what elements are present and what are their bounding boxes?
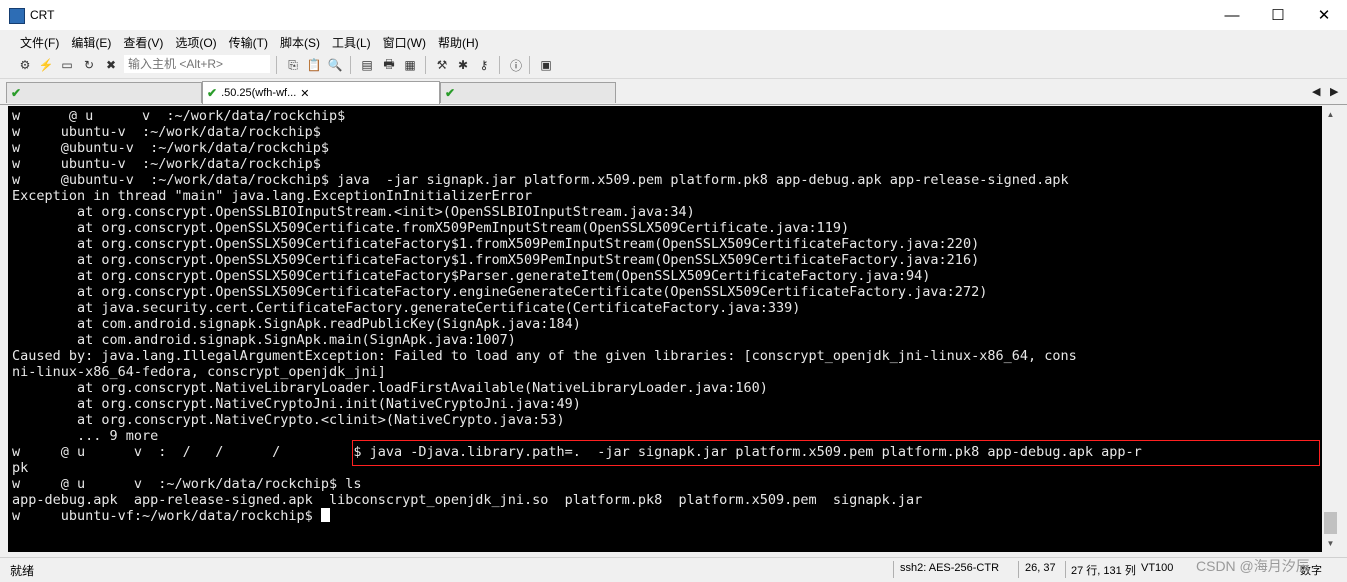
connect-icon[interactable]: ⚙	[16, 56, 34, 74]
tab-label: .50.25(wfh-wf...	[221, 87, 297, 99]
help-icon[interactable]: ⓘ	[507, 56, 525, 74]
terminal-line: at com.android.signapk.SignApk.main(Sign…	[12, 332, 516, 348]
terminal-line: ... 9 more	[12, 428, 159, 444]
scroll-up-icon[interactable]: ▲	[1322, 106, 1339, 123]
status-bar: 就绪 ssh2: AES-256-CTR 26, 37 27 行, 131 列 …	[0, 557, 1347, 582]
menu-view[interactable]: 查看(V)	[117, 30, 169, 52]
toolbar-separator	[350, 56, 351, 74]
menu-tools[interactable]: 工具(L)	[326, 30, 377, 52]
toolbar: ⚙ ⚡ ▭ ↻ ✖ ⎘ 📋 🔍 ▤ 🖶 ▦ ⚒ ✱ ⚷ ⓘ ▣	[0, 52, 1347, 79]
menu-bar: 文件(F) 编辑(E) 查看(V) 选项(O) 传输(T) 脚本(S) 工具(L…	[0, 30, 1347, 52]
close-button[interactable]: ✕	[1301, 0, 1347, 30]
tab-scroll-left-icon[interactable]: ◀	[1312, 85, 1320, 98]
print-setup-icon[interactable]: ▤	[358, 56, 376, 74]
csdn-watermark: CSDN @海月汐辰	[1196, 558, 1310, 574]
session-tab-1[interactable]: ✔	[6, 82, 202, 103]
terminal-line: w @ u v :~/work/data/rockchip$	[12, 108, 346, 124]
maximize-button[interactable]: ☐	[1255, 0, 1301, 30]
terminal-line: w @ubuntu-v :~/work/data/rockchip$ java …	[12, 172, 1069, 188]
terminal-cursor	[320, 508, 330, 522]
menu-script[interactable]: 脚本(S)	[274, 30, 326, 52]
connected-check-icon: ✔	[207, 86, 218, 100]
terminal-view[interactable]: w @ u v :~/work/data/rockchip$ w ubuntu-v…	[8, 106, 1322, 552]
session-tab-2[interactable]: ✔ .50.25(wfh-wf... ✕	[202, 81, 440, 104]
securecrt-app-icon	[9, 8, 25, 24]
connect-tab-icon[interactable]: ▭	[58, 56, 76, 74]
terminal-line: w ubuntu-vf:~/work/data/rockchip$	[12, 508, 1142, 524]
status-divider	[893, 561, 894, 578]
status-divider	[1018, 561, 1019, 578]
title-bar: CRT — ☐ ✕	[0, 0, 1347, 30]
key-icon[interactable]: ⚷	[475, 56, 493, 74]
menu-help[interactable]: 帮助(H)	[432, 30, 485, 52]
toolbar-separator	[529, 56, 530, 74]
terminal-line: at java.security.cert.CertificateFactory…	[12, 300, 801, 316]
terminal-line: w @ u v :~/work/data/rockchip$ ls	[12, 476, 362, 492]
terminal-line: at org.conscrypt.OpenSSLBIOInputStream.<…	[12, 204, 695, 220]
copy-icon[interactable]: ⎘	[284, 56, 302, 74]
terminal-output: w @ u v :~/work/data/rockchip$ w ubuntu-v…	[12, 108, 1142, 524]
minimize-button[interactable]: —	[1209, 0, 1255, 30]
terminal-line: w @ u v : / / / $ java -Djava.library.pa…	[12, 444, 1142, 460]
menu-transfer[interactable]: 传输(T)	[223, 30, 274, 52]
terminal-line: ni-linux-x86_64-fedora, conscrypt_openjd…	[12, 364, 386, 380]
terminal-line: at org.conscrypt.NativeLibraryLoader.loa…	[12, 380, 768, 396]
disconnect-icon[interactable]: ✖	[102, 56, 120, 74]
toolbar-separator	[499, 56, 500, 74]
terminal-line: at org.conscrypt.OpenSSLX509CertificateF…	[12, 284, 988, 300]
terminal-line: at org.conscrypt.OpenSSLX509CertificateF…	[12, 252, 980, 268]
menu-file[interactable]: 文件(F)	[14, 30, 65, 52]
menu-edit[interactable]: 编辑(E)	[65, 30, 117, 52]
status-divider	[1065, 561, 1066, 578]
session-tab-bar: ✔ ✔ .50.25(wfh-wf... ✕ ✔ ◀ ▶	[0, 80, 1347, 105]
session-tab-3[interactable]: ✔	[440, 82, 616, 103]
status-terminal-size: 27 行, 131 列	[1071, 565, 1136, 577]
menu-options[interactable]: 选项(O)	[169, 30, 222, 52]
terminal-line: w ubuntu-v :~/work/data/rockchip$	[12, 124, 321, 140]
menu-window[interactable]: 窗口(W)	[377, 30, 432, 52]
terminal-line: at com.android.signapk.SignApk.readPubli…	[12, 316, 581, 332]
terminal-line: at org.conscrypt.NativeCrypto.<clinit>(N…	[12, 412, 565, 428]
connected-check-icon: ✔	[11, 86, 22, 100]
status-cipher: ssh2: AES-256-CTR	[900, 562, 1000, 574]
find-icon[interactable]: 🔍	[326, 56, 344, 74]
window-title: CRT	[30, 8, 55, 22]
terminal-line: pk	[12, 460, 29, 476]
sftp-icon[interactable]: ▣	[537, 56, 555, 74]
paste-icon[interactable]: 📋	[305, 56, 323, 74]
terminal-line: at org.conscrypt.OpenSSLX509CertificateF…	[12, 268, 931, 284]
terminal-scrollbar[interactable]: ▲ ▼	[1322, 106, 1339, 552]
toolbar-separator	[425, 56, 426, 74]
terminal-line: Caused by: java.lang.IllegalArgumentExce…	[12, 348, 1077, 364]
reconnect-icon[interactable]: ↻	[80, 56, 98, 74]
terminal-line: at org.conscrypt.OpenSSLX509CertificateF…	[12, 236, 980, 252]
printer-icon[interactable]: ▦	[401, 56, 419, 74]
scrollbar-thumb[interactable]	[1324, 512, 1337, 534]
terminal-line: Exception in thread "main" java.lang.Exc…	[12, 188, 533, 204]
terminal-line: w @ubuntu-v :~/work/data/rockchip$	[12, 140, 329, 156]
global-options-icon[interactable]: ✱	[454, 56, 472, 74]
status-ready: 就绪	[10, 564, 35, 578]
tab-close-icon[interactable]: ✕	[300, 87, 309, 100]
terminal-line: at org.conscrypt.NativeCryptoJni.init(Na…	[12, 396, 581, 412]
connected-check-icon: ✔	[445, 86, 456, 100]
toolbar-separator	[276, 56, 277, 74]
terminal-line: w ubuntu-v :~/work/data/rockchip$	[12, 156, 321, 172]
scroll-down-icon[interactable]: ▼	[1322, 535, 1339, 552]
terminal-line: app-debug.apk app-release-signed.apk lib…	[12, 492, 923, 508]
session-options-icon[interactable]: ⚒	[433, 56, 451, 74]
print-icon[interactable]: 🖶	[380, 56, 398, 74]
tab-scroll-right-icon[interactable]: ▶	[1330, 85, 1338, 98]
status-cursor-position: 26, 37	[1025, 562, 1056, 574]
quick-connect-icon[interactable]: ⚡	[37, 56, 55, 74]
terminal-line: at org.conscrypt.OpenSSLX509Certificate.…	[12, 220, 850, 236]
status-terminal-type: VT100	[1141, 562, 1174, 574]
host-input[interactable]	[124, 55, 270, 73]
